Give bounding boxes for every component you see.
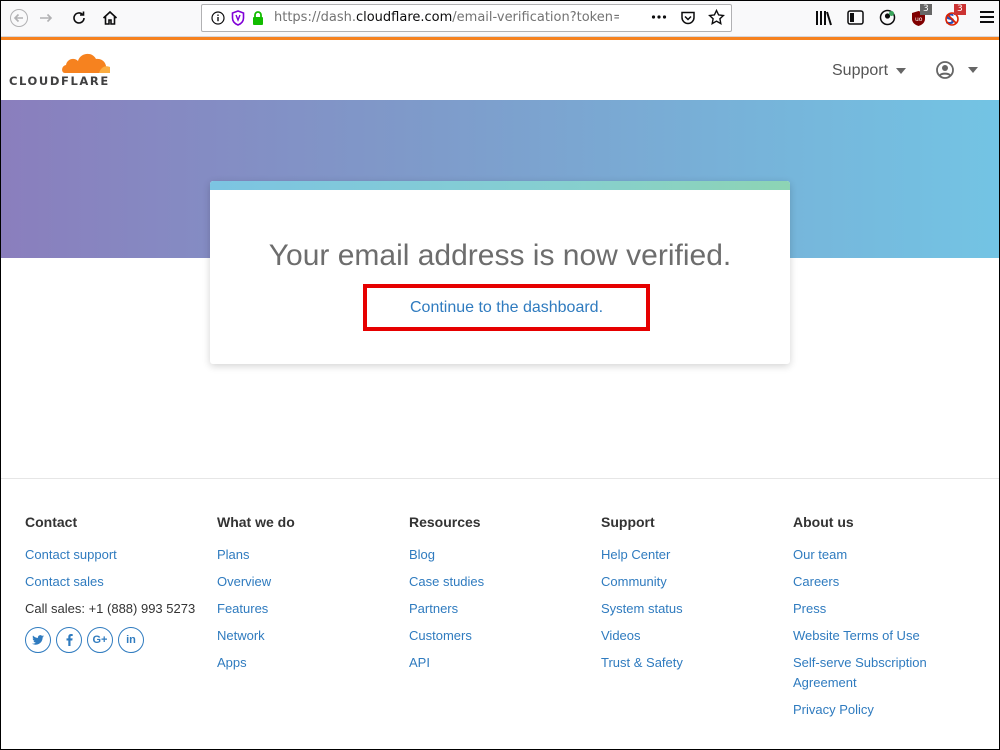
logo-text: CLOUDFLARE <box>9 74 110 88</box>
footer-link[interactable]: Overview <box>217 572 295 592</box>
pocket-icon[interactable] <box>680 10 696 26</box>
google-plus-icon[interactable]: G+ <box>87 627 113 653</box>
footer-heading: Resources <box>409 514 481 530</box>
sales-phone-text: Call sales: +1 (888) 993 5273 <box>25 601 196 616</box>
footer-link[interactable]: Self-serve Subscription Agreement <box>793 653 943 693</box>
footer-link[interactable]: Partners <box>409 599 484 619</box>
footer-column-about-us: About us Our team Careers Press Website … <box>793 514 973 720</box>
stylus-extension[interactable]: S 3 <box>944 4 966 28</box>
library-icon[interactable] <box>815 10 833 26</box>
support-dropdown[interactable]: Support <box>832 62 907 80</box>
footer-link[interactable]: Blog <box>409 545 484 565</box>
forward-button[interactable] <box>34 7 58 29</box>
footer-column-what-we-do: What we do Plans Overview Features Netwo… <box>217 514 295 673</box>
twitter-icon[interactable] <box>25 627 51 653</box>
footer-link[interactable]: Careers <box>793 572 973 592</box>
chevron-down-icon <box>896 68 907 74</box>
footer-link[interactable]: Plans <box>217 545 295 565</box>
footer-divider <box>0 478 1000 479</box>
footer-link-contact-support[interactable]: Contact support <box>25 545 195 565</box>
footer-link[interactable]: Case studies <box>409 572 484 592</box>
user-avatar-icon <box>936 61 954 79</box>
back-arrow-icon <box>10 9 28 27</box>
footer-link[interactable]: Network <box>217 626 295 646</box>
cloud-logo-icon <box>62 53 110 73</box>
url-host: cloudflare.com <box>355 10 453 25</box>
footer-link[interactable]: Customers <box>409 626 484 646</box>
footer-link[interactable]: Press <box>793 599 973 619</box>
footer-link[interactable]: Privacy Policy <box>793 700 973 720</box>
hamburger-menu-icon[interactable] <box>980 11 994 23</box>
footer-heading: Contact <box>25 514 78 530</box>
footer-link[interactable]: API <box>409 653 484 673</box>
footer-column-contact: Contact Contact support Contact sales Ca… <box>25 514 195 653</box>
svg-text:uo: uo <box>915 16 923 23</box>
stylus-badge: 3 <box>954 4 966 15</box>
url-path: /email-verification?token=ug <box>452 10 619 25</box>
browser-toolbar: https://dash.cloudflare.com/email-verifi… <box>0 0 1000 37</box>
footer-column-resources: Resources Blog Case studies Partners Cus… <box>409 514 484 673</box>
continue-to-dashboard-link[interactable]: Continue to the dashboard. <box>410 299 603 317</box>
bookmark-star-icon[interactable] <box>708 9 725 26</box>
footer-link-contact-sales[interactable]: Contact sales <box>25 572 195 592</box>
forward-arrow-icon <box>40 13 53 23</box>
url-prefix: https://dash. <box>274 10 356 25</box>
home-icon <box>102 10 118 25</box>
site-header: CLOUDFLARE Support <box>0 40 1000 100</box>
url-text: https://dash.cloudflare.com/email-verifi… <box>274 10 619 25</box>
sidebar-icon[interactable] <box>847 10 864 25</box>
reload-icon <box>73 11 85 24</box>
footer-link[interactable]: Website Terms of Use <box>793 626 973 646</box>
footer-link[interactable]: System status <box>601 599 683 619</box>
footer-link[interactable]: Help Center <box>601 545 683 565</box>
footer-link[interactable]: Apps <box>217 653 295 673</box>
footer-heading: About us <box>793 514 854 530</box>
footer-link[interactable]: Trust & Safety <box>601 653 683 673</box>
reload-button[interactable] <box>67 7 91 29</box>
facebook-icon[interactable] <box>56 627 82 653</box>
footer-heading: Support <box>601 514 655 530</box>
back-button[interactable] <box>7 7 31 29</box>
footer-column-support: Support Help Center Community System sta… <box>601 514 683 673</box>
social-links: G+ in <box>25 627 195 653</box>
page-actions-icon[interactable] <box>651 14 667 20</box>
cloudflare-logo[interactable]: CLOUDFLARE <box>1 40 116 98</box>
footer-link[interactable]: Videos <box>601 626 683 646</box>
card-top-stripe <box>210 181 790 190</box>
continue-highlight-box: Continue to the dashboard. <box>363 284 650 331</box>
user-menu[interactable] <box>936 61 978 79</box>
chevron-down-icon <box>968 67 978 73</box>
linkedin-icon[interactable]: in <box>118 627 144 653</box>
ublock-badge: 3 <box>920 4 932 15</box>
home-button[interactable] <box>98 7 122 29</box>
footer-link[interactable]: Our team <box>793 545 973 565</box>
info-icon <box>211 11 225 25</box>
window-frame-left <box>0 0 1 750</box>
ublock-extension[interactable]: uo 3 <box>911 4 933 28</box>
verification-card: Your email address is now verified. Cont… <box>210 181 790 364</box>
address-bar[interactable]: https://dash.cloudflare.com/email-verifi… <box>201 4 732 32</box>
footer-link[interactable]: Community <box>601 572 683 592</box>
account-sync-icon[interactable] <box>879 9 896 26</box>
footer-heading: What we do <box>217 514 295 530</box>
lock-icon[interactable] <box>251 10 265 26</box>
support-label: Support <box>832 62 889 79</box>
footer-link[interactable]: Features <box>217 599 295 619</box>
tracking-shield-icon[interactable] <box>231 10 245 26</box>
verification-title: Your email address is now verified. <box>268 239 732 272</box>
